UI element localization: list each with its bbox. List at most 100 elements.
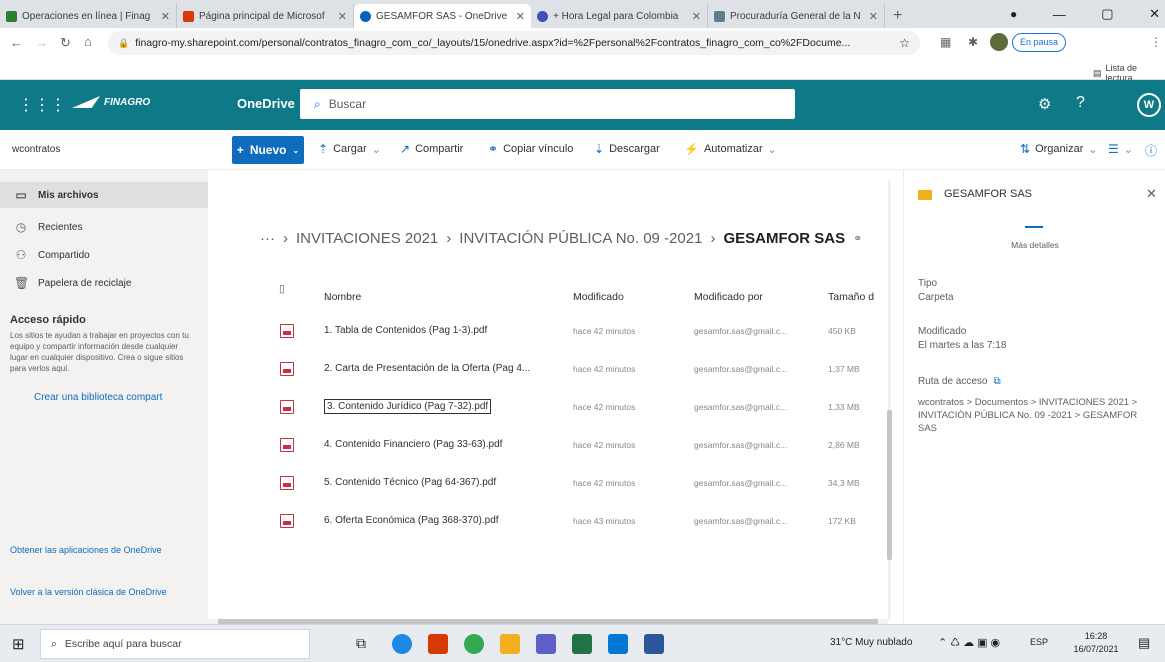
task-view-icon[interactable]: ⧉ [356, 635, 366, 652]
teams-app-icon[interactable] [536, 634, 556, 654]
app-launcher-icon[interactable]: ⋮⋮⋮ [18, 95, 66, 115]
browser-tab[interactable]: Procuraduría General de la N ✕ [708, 4, 885, 28]
chevron-right-icon: › [283, 230, 288, 247]
scrollbar-thumb[interactable] [887, 410, 892, 560]
file-row[interactable]: 3. Contenido Jurídico (Pag 7-32).pdf hace… [274, 388, 899, 425]
windows-start-icon[interactable]: ⊞ [12, 635, 25, 653]
close-tab-icon[interactable]: ✕ [516, 10, 525, 23]
create-library-link[interactable]: Crear una biblioteca compart [34, 392, 162, 403]
browser-toolbar: ← → ↻ ⌂ 🔒 finagro-my.sharepoint.com/pers… [0, 28, 1165, 58]
user-avatar[interactable]: W [1137, 93, 1161, 117]
forward-icon[interactable]: → [35, 35, 48, 50]
copy-icon[interactable]: ⧉ [994, 376, 1001, 387]
search-box[interactable]: ⌕ Buscar [300, 89, 795, 119]
get-apps-link[interactable]: Obtener las aplicaciones de OneDrive [10, 544, 190, 556]
word-app-icon[interactable] [644, 634, 664, 654]
browser-tab[interactable]: Página principal de Microsof ✕ [177, 4, 354, 28]
breadcrumb-item[interactable]: INVITACIONES 2021 [296, 230, 438, 247]
chrome-app-icon[interactable] [464, 634, 484, 654]
file-row[interactable]: 5. Contenido Técnico (Pag 64-367).pdf hac… [274, 464, 899, 501]
automate-button[interactable]: ⚡ Automatizar ⌄ [684, 142, 777, 156]
taskbar-search[interactable]: ⌕ Escribe aquí para buscar [40, 629, 310, 659]
file-name[interactable]: 4. Contenido Financiero (Pag 33-63).pdf [324, 439, 502, 450]
new-button[interactable]: + Nuevo ⌄ [232, 136, 304, 164]
file-name[interactable]: 3. Contenido Jurídico (Pag 7-32).pdf [324, 399, 492, 414]
close-window-icon[interactable]: ✕ [1149, 6, 1160, 22]
record-icon[interactable]: ● [1010, 7, 1017, 21]
clock[interactable]: 16:28 16/07/2021 [1070, 630, 1122, 656]
maximize-icon[interactable]: ▢ [1101, 6, 1113, 22]
language-indicator[interactable]: ESP [1030, 637, 1048, 647]
breadcrumb-item[interactable]: INVITACIÓN PÚBLICA No. 09 -2021 [459, 230, 702, 247]
download-button[interactable]: ⇣ Descargar [594, 142, 660, 156]
settings-gear-icon[interactable]: ⚙ [1038, 95, 1051, 113]
close-tab-icon[interactable]: ✕ [161, 10, 170, 23]
nav-label: Papelera de reciclaje [38, 277, 132, 289]
app-name[interactable]: OneDrive [237, 96, 295, 111]
clock-icon: ◷ [15, 220, 27, 234]
upload-button[interactable]: ⇡ Cargar ⌄ [318, 142, 381, 156]
edge-app-icon[interactable] [392, 634, 412, 654]
file-row[interactable]: 2. Carta de Presentación de la Oferta (P… [274, 350, 899, 387]
back-icon[interactable]: ← [10, 35, 23, 50]
finagro-logo[interactable]: FINAGRO [72, 96, 150, 108]
browser-tab[interactable]: + Hora Legal para Colombia ✕ [531, 4, 708, 28]
help-icon[interactable]: ? [1076, 94, 1085, 112]
outlook-app-icon[interactable] [608, 634, 628, 654]
share-button[interactable]: ↗ Compartir [400, 142, 463, 156]
file-modified: hace 42 minutos [573, 325, 636, 336]
nav-recycle-bin[interactable]: 🗑 Papelera de reciclaje [0, 270, 208, 296]
share-icon[interactable]: ⚭ [853, 232, 862, 245]
profile-status-button[interactable]: En pausa [1012, 33, 1067, 52]
minimize-icon[interactable]: — [1053, 7, 1066, 22]
file-name[interactable]: 6. Oferta Económica (Pag 368-370).pdf [324, 515, 499, 526]
file-name[interactable]: 2. Carta de Presentación de la Oferta (P… [324, 363, 530, 374]
file-row[interactable]: 6. Oferta Económica (Pag 368-370).pdf hac… [274, 502, 899, 539]
breadcrumb-overflow[interactable]: ··· [260, 230, 275, 247]
file-row[interactable]: 1. Tabla de Contenidos (Pag 1-3).pdf hace… [274, 312, 899, 349]
address-bar[interactable]: 🔒 finagro-my.sharepoint.com/personal/con… [108, 31, 920, 55]
nav-my-files[interactable]: ▭ Mis archivos [0, 182, 208, 208]
close-tab-icon[interactable]: ✕ [692, 10, 701, 23]
puzzle-icon[interactable]: ✱ [968, 35, 978, 49]
extension-icon[interactable]: ▦ [940, 35, 951, 49]
file-explorer-icon[interactable] [500, 634, 520, 654]
weather-widget[interactable]: 31°C Muy nublado [830, 637, 912, 648]
home-icon[interactable]: ⌂ [84, 34, 92, 49]
nav-recent[interactable]: ◷ Recientes [0, 214, 208, 240]
copy-link-button[interactable]: ⚭ Copiar vínculo [488, 142, 573, 156]
lock-icon: 🔒 [118, 37, 130, 48]
office-app-icon[interactable] [428, 634, 448, 654]
organize-button[interactable]: ⇅ Organizar ⌄ [1020, 142, 1098, 156]
vertical-scrollbar[interactable] [884, 180, 894, 620]
classic-view-link[interactable]: Volver a la versión clásica de OneDrive [10, 586, 190, 598]
close-tab-icon[interactable]: ✕ [869, 10, 878, 23]
list-view-icon: ☰ [1108, 142, 1119, 156]
excel-app-icon[interactable] [572, 634, 592, 654]
nav-shared[interactable]: ⚇ Compartido [0, 242, 208, 268]
close-pane-icon[interactable]: ✕ [1146, 186, 1157, 202]
menu-kebab-icon[interactable]: ⋮ [1150, 35, 1162, 49]
profile-avatar[interactable] [990, 33, 1008, 51]
column-headers: ▯ Nombre ⌄ Modificado ⌄ Modificado por ⌄… [274, 275, 899, 305]
file-name[interactable]: 1. Tabla de Contenidos (Pag 1-3).pdf [324, 325, 487, 336]
url-text: finagro-my.sharepoint.com/personal/contr… [135, 37, 851, 49]
more-details-link[interactable]: Más detalles [904, 240, 1165, 250]
bookmark-star-icon[interactable]: ☆ [899, 36, 910, 50]
notification-icon[interactable]: ▤ [1138, 635, 1150, 651]
upload-icon: ⇡ [318, 142, 329, 156]
file-name[interactable]: 5. Contenido Técnico (Pag 64-367).pdf [324, 477, 496, 488]
browser-tab[interactable]: Operaciones en línea | Finag ✕ [0, 4, 177, 28]
tray-icons[interactable]: ⌃♺☁▣◉ [938, 636, 1003, 649]
download-icon: ⇣ [594, 142, 605, 156]
file-row[interactable]: 4. Contenido Financiero (Pag 33-63).pdf h… [274, 426, 899, 463]
new-tab-button[interactable]: + [885, 4, 910, 28]
reload-icon[interactable]: ↻ [60, 35, 71, 51]
file-type-icon[interactable]: ▯ [279, 283, 285, 295]
close-tab-icon[interactable]: ✕ [338, 10, 347, 23]
tab-favicon-icon [6, 10, 17, 22]
browser-tab-active[interactable]: GESAMFOR SAS - OneDrive ✕ [354, 4, 531, 28]
nav-label: Recientes [38, 221, 83, 233]
view-options-button[interactable]: ☰ ⌄ [1108, 142, 1133, 156]
info-pane-button[interactable]: ⓘ [1145, 142, 1157, 159]
